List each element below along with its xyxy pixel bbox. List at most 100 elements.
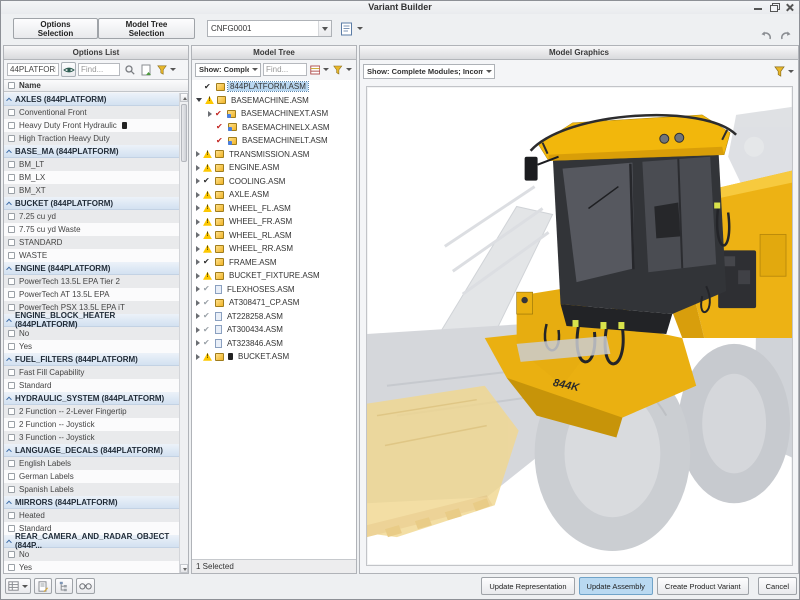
tree-item[interactable]: AXLE.ASM [192, 188, 356, 202]
collapse-chevron-icon[interactable] [6, 202, 12, 208]
option-checkbox[interactable] [8, 304, 15, 311]
restore-icon[interactable] [769, 3, 779, 12]
options-export-button[interactable] [139, 62, 154, 77]
option-group-header[interactable]: ENGINE_BLOCK_HEATER (844PLATFORM) [4, 314, 179, 327]
tree-item[interactable]: AT228258.ASM [192, 310, 356, 324]
update-representation-button[interactable]: Update Representation [481, 577, 574, 595]
option-group-header[interactable]: AXLES (844PLATFORM) [4, 93, 179, 106]
scrollbar-thumb[interactable] [181, 104, 187, 162]
tree-item[interactable]: ENGINE.ASM [192, 161, 356, 175]
option-row[interactable]: Yes [4, 340, 179, 353]
option-checkbox[interactable] [8, 213, 15, 220]
option-row[interactable]: Fast Fill Capability [4, 366, 179, 379]
option-row[interactable]: English Labels [4, 457, 179, 470]
close-icon[interactable] [785, 3, 795, 12]
option-checkbox[interactable] [8, 174, 15, 181]
option-group-header[interactable]: FUEL_FILTERS (844PLATFORM) [4, 353, 179, 366]
option-checkbox[interactable] [8, 486, 15, 493]
expand-icon[interactable] [196, 232, 200, 238]
collapse-chevron-icon[interactable] [6, 358, 12, 364]
option-group-header[interactable]: HYDRAULIC_SYSTEM (844PLATFORM) [4, 392, 179, 405]
expand-icon[interactable] [196, 219, 200, 225]
collapse-icon[interactable] [196, 98, 202, 102]
tree-item[interactable]: WHEEL_FR.ASM [192, 215, 356, 229]
show-options-button[interactable] [61, 62, 76, 77]
options-find-input[interactable] [78, 63, 120, 76]
tree-item[interactable]: WHEEL_RL.ASM [192, 229, 356, 243]
expand-icon[interactable] [196, 205, 200, 211]
option-row[interactable]: STANDARD [4, 236, 179, 249]
option-checkbox[interactable] [8, 291, 15, 298]
scroll-up-icon[interactable] [180, 93, 188, 102]
model-tree-selection-button[interactable]: Model Tree Selection [98, 18, 195, 39]
collapse-chevron-icon[interactable] [6, 449, 12, 455]
option-checkbox[interactable] [8, 473, 15, 480]
tree-find-input[interactable] [263, 63, 307, 76]
option-row[interactable]: Spanish Labels [4, 483, 179, 496]
option-row[interactable]: German Labels [4, 470, 179, 483]
option-row[interactable]: 3 Function -- Joystick [4, 431, 179, 444]
redo-icon[interactable] [780, 31, 793, 42]
undo-icon[interactable] [759, 31, 772, 42]
option-row[interactable]: 2 Function -- 2-Lever Fingertip [4, 405, 179, 418]
option-checkbox[interactable] [8, 161, 15, 168]
option-row[interactable]: Standard [4, 379, 179, 392]
expand-icon[interactable] [196, 192, 200, 198]
tree-item[interactable]: BUCKET_FIXTURE.ASM [192, 269, 356, 283]
option-checkbox[interactable] [8, 525, 15, 532]
collapse-chevron-icon[interactable] [6, 150, 12, 156]
tree-item[interactable]: WHEEL_RR.ASM [192, 242, 356, 256]
column-display-button[interactable] [309, 62, 330, 77]
option-checkbox[interactable] [8, 408, 15, 415]
expand-icon[interactable] [196, 313, 200, 319]
option-row[interactable]: Conventional Front [4, 106, 179, 119]
option-row[interactable]: 7.25 cu yd [4, 210, 179, 223]
cancel-button[interactable]: Cancel [758, 577, 797, 595]
option-row[interactable]: BM_LX [4, 171, 179, 184]
graphics-filter-button[interactable] [773, 64, 795, 79]
update-assembly-button[interactable]: Update Assembly [579, 577, 653, 595]
option-checkbox[interactable] [8, 421, 15, 428]
tree-item[interactable]: AT308471_CP.ASM [192, 296, 356, 310]
graphics-show-filter[interactable]: Show: Complete Modules; Incompl... [363, 64, 495, 79]
option-row[interactable]: High Traction Heavy Duty [4, 132, 179, 145]
tree-item[interactable]: AT300434.ASM [192, 323, 356, 337]
option-checkbox[interactable] [8, 278, 15, 285]
create-product-variant-button[interactable]: Create Product Variant [657, 577, 749, 595]
option-row[interactable]: 7.75 cu yd Waste [4, 223, 179, 236]
option-checkbox[interactable] [8, 382, 15, 389]
structure-view-button[interactable] [55, 578, 73, 594]
expand-icon[interactable] [196, 259, 200, 265]
preview-button[interactable] [76, 578, 95, 594]
options-search-button[interactable] [122, 62, 137, 77]
option-row[interactable]: BM_XT [4, 184, 179, 197]
option-checkbox[interactable] [8, 226, 15, 233]
option-row[interactable]: PowerTech AT 13.5L EPA [4, 288, 179, 301]
option-checkbox[interactable] [8, 564, 15, 571]
tree-item[interactable]: BASEMACHINELX.ASM [192, 121, 356, 135]
option-group-header[interactable]: ENGINE (844PLATFORM) [4, 262, 179, 275]
option-row[interactable]: WASTE [4, 249, 179, 262]
option-group-header[interactable]: BUCKET (844PLATFORM) [4, 197, 179, 210]
option-checkbox[interactable] [8, 122, 15, 129]
option-row[interactable]: PowerTech 13.5L EPA Tier 2 [4, 275, 179, 288]
option-checkbox[interactable] [8, 239, 15, 246]
tree-item[interactable]: TRANSMISSION.ASM [192, 148, 356, 162]
option-checkbox[interactable] [8, 434, 15, 441]
option-group-header[interactable]: LANGUAGE_DECALS (844PLATFORM) [4, 444, 179, 457]
tree-item[interactable]: 844PLATFORM.ASM [192, 80, 356, 94]
collapse-chevron-icon[interactable] [6, 501, 12, 507]
expand-icon[interactable] [196, 151, 200, 157]
model-3d-view[interactable]: 844K [367, 87, 792, 565]
expand-icon[interactable] [196, 273, 200, 279]
option-group-header[interactable]: BASE_MA (844PLATFORM) [4, 145, 179, 158]
options-filter-button[interactable] [156, 62, 177, 77]
option-row[interactable]: Yes [4, 561, 179, 573]
tree-filter-button[interactable] [332, 62, 353, 77]
expand-icon[interactable] [196, 354, 200, 360]
tree-item[interactable]: BUCKET.ASM [192, 350, 356, 364]
configuration-combo-caret[interactable] [318, 21, 331, 36]
options-selection-button[interactable]: Options Selection [13, 18, 98, 39]
expand-icon[interactable] [196, 246, 200, 252]
option-group-header[interactable]: REAR_CAMERA_AND_RADAR_OBJECT (844P... [4, 535, 179, 548]
